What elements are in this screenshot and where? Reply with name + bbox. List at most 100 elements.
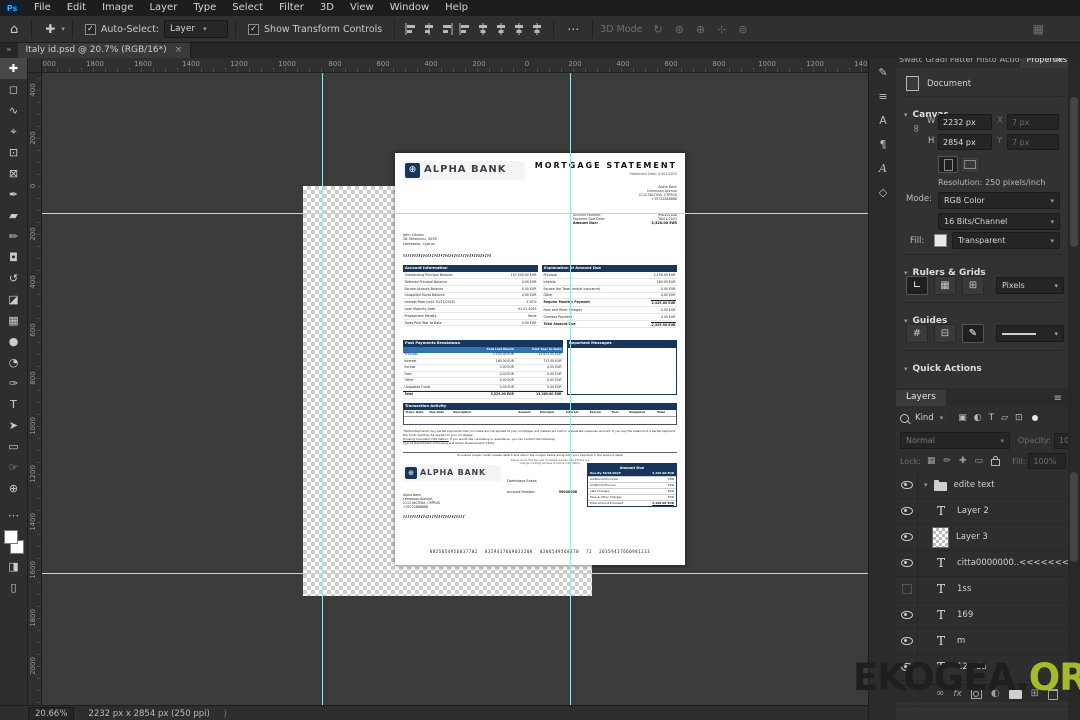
statement-document[interactable]: ⊕ ALPHA BANK MORTGAGE STATEMENT Statemen… bbox=[395, 153, 685, 565]
document-tab[interactable]: Italy id.psd @ 20.7% (RGB/16*) × bbox=[17, 42, 192, 58]
more-options-icon[interactable]: ⋯ bbox=[561, 22, 585, 36]
layer-row[interactable]: T Layer 2 bbox=[896, 498, 1068, 525]
lasso-tool[interactable]: ∿ bbox=[0, 100, 27, 121]
pixel-grid-icon[interactable]: ⊞ bbox=[962, 276, 984, 295]
menu-file[interactable]: File bbox=[26, 0, 59, 16]
object-selection-tool[interactable]: ⌖ bbox=[0, 121, 27, 142]
eye-icon[interactable] bbox=[900, 637, 913, 645]
paragraph-panel-icon[interactable]: ¶ bbox=[869, 132, 897, 156]
distribute-bottom-icon[interactable] bbox=[511, 22, 527, 36]
brush-settings-panel-icon[interactable]: ≡ bbox=[878, 90, 887, 103]
3d-rotate-icon[interactable]: ↻ bbox=[648, 23, 669, 36]
group-layers-icon[interactable] bbox=[1008, 688, 1022, 699]
vertical-guide-1[interactable] bbox=[322, 58, 323, 705]
filter-toggle-pin[interactable] bbox=[1031, 415, 1038, 421]
3d-drag-icon[interactable]: ⊕ bbox=[690, 23, 711, 36]
auto-select-target-dropdown[interactable]: Layer ▾ bbox=[164, 20, 229, 38]
horizontal-guide-2[interactable] bbox=[27, 573, 868, 574]
eye-icon[interactable] bbox=[900, 533, 913, 541]
align-left-icon[interactable] bbox=[403, 22, 419, 36]
filter-adjustment-layers-icon[interactable]: ◐ bbox=[974, 413, 982, 423]
type-tool[interactable]: T bbox=[0, 394, 27, 415]
color-swatches[interactable] bbox=[0, 530, 27, 556]
grid-icon[interactable]: ▦ bbox=[934, 276, 956, 295]
canvas-width-field[interactable]: 2232 px bbox=[938, 114, 992, 130]
new-layer-icon[interactable]: ⊞ bbox=[1031, 688, 1039, 699]
auto-select-checkbox[interactable]: ✓ bbox=[84, 23, 96, 35]
layer-row[interactable]: T 169 bbox=[896, 602, 1068, 629]
toggle-visibility-cell[interactable] bbox=[896, 654, 918, 680]
layer-row[interactable]: T 129 da bbox=[896, 654, 1068, 681]
toggle-visibility-cell[interactable] bbox=[896, 602, 918, 628]
lock-all-icon[interactable] bbox=[991, 456, 1001, 466]
link-layers-icon[interactable]: ∞ bbox=[936, 688, 944, 699]
guide-style-dropdown[interactable]: ▾ bbox=[996, 325, 1064, 342]
menu-filter[interactable]: Filter bbox=[271, 0, 312, 16]
portrait-orientation-button[interactable] bbox=[938, 156, 958, 173]
toggle-visibility-cell[interactable] bbox=[896, 498, 918, 524]
canvas-viewport[interactable]: ⊕ ALPHA BANK MORTGAGE STATEMENT Statemen… bbox=[41, 72, 868, 705]
color-mode-dropdown[interactable]: RGB Color ▾ bbox=[938, 192, 1060, 209]
menu-view[interactable]: View bbox=[342, 0, 382, 16]
crop-tool[interactable]: ⊡ bbox=[0, 142, 27, 163]
menu-3d[interactable]: 3D bbox=[312, 0, 342, 16]
align-right-icon[interactable] bbox=[439, 22, 455, 36]
status-expand-icon[interactable]: ⟩ bbox=[224, 709, 227, 719]
align-center-h-icon[interactable] bbox=[421, 22, 437, 36]
layer-mask-icon[interactable] bbox=[970, 688, 982, 699]
vertical-guide-2[interactable] bbox=[570, 58, 571, 705]
layer-effects-icon[interactable]: fx bbox=[953, 689, 962, 699]
rulers-icon[interactable]: ∟ bbox=[906, 276, 928, 295]
distribute-center-icon[interactable] bbox=[493, 22, 509, 36]
eye-icon[interactable] bbox=[900, 559, 913, 567]
foreground-color-swatch[interactable] bbox=[4, 530, 18, 544]
glyphs-panel-icon[interactable]: A bbox=[869, 156, 897, 180]
delete-layer-icon[interactable] bbox=[1048, 689, 1058, 700]
toggle-visibility-cell[interactable] bbox=[896, 472, 918, 498]
new-guide-icon[interactable]: # bbox=[906, 324, 928, 343]
guide-layout-icon[interactable]: ⊟ bbox=[934, 324, 956, 343]
tool-preset-caret-icon[interactable]: ▾ bbox=[61, 25, 65, 33]
fill-swatch[interactable] bbox=[934, 234, 947, 247]
brush-settings-panel-icon[interactable]: ≡ bbox=[869, 84, 897, 108]
toggle-visibility-cell[interactable] bbox=[896, 628, 918, 654]
menu-type[interactable]: Type bbox=[185, 0, 224, 16]
3d-slide-icon[interactable]: ⊹ bbox=[711, 23, 732, 36]
healing-brush-tool[interactable]: ▰ bbox=[0, 205, 27, 226]
layer-row[interactable]: Tm bbox=[896, 628, 1068, 655]
filter-pixel-layers-icon[interactable]: ▣ bbox=[958, 413, 967, 423]
menu-select[interactable]: Select bbox=[224, 0, 271, 16]
menu-edit[interactable]: Edit bbox=[59, 0, 94, 16]
dodge-tool[interactable]: ◔ bbox=[0, 352, 27, 373]
frame-tool[interactable]: ⊠ bbox=[0, 163, 27, 184]
brushes-panel-icon[interactable]: ✎ bbox=[869, 60, 897, 84]
landscape-orientation-button[interactable] bbox=[960, 156, 980, 173]
filter-kind-dropdown[interactable]: Kind bbox=[915, 413, 934, 423]
menu-help[interactable]: Help bbox=[437, 0, 476, 16]
current-tool-icon[interactable]: ✚ bbox=[39, 22, 61, 36]
show-transform-checkbox[interactable]: ✓ bbox=[248, 23, 260, 35]
vertical-ruler[interactable]: 400 200 0 200 400 600 800 1000 1200 1400 1600 1800 2… bbox=[27, 72, 42, 705]
shape-tool[interactable]: ▭ bbox=[0, 436, 27, 457]
path-selection-tool[interactable]: ➤ bbox=[0, 415, 27, 436]
lock-transparency-icon[interactable]: ▦ bbox=[927, 456, 936, 466]
gradient-tool[interactable]: ▦ bbox=[0, 310, 27, 331]
zoom-level-field[interactable]: 20.66% bbox=[28, 706, 75, 720]
screen-mode-icon[interactable]: ▯ bbox=[0, 577, 27, 598]
workspace-icon[interactable]: ▦ bbox=[1027, 22, 1050, 36]
close-tab-icon[interactable]: × bbox=[175, 45, 183, 55]
scrollbar-thumb-2[interactable] bbox=[1070, 472, 1078, 562]
hidden-eye-icon[interactable] bbox=[901, 584, 912, 594]
3d-panel-icon[interactable]: ◇ bbox=[879, 186, 887, 199]
distribute-right-icon[interactable] bbox=[529, 22, 545, 36]
distribute-left-icon[interactable] bbox=[475, 22, 491, 36]
layer-row[interactable]: ▾ edite text bbox=[896, 472, 1068, 499]
brushes-panel-icon[interactable]: ✎ bbox=[878, 66, 887, 79]
adjustment-layer-icon[interactable]: ◐ bbox=[991, 688, 1000, 699]
glyphs-panel-icon[interactable]: A bbox=[879, 162, 887, 175]
lock-position-icon[interactable]: ✚ bbox=[959, 456, 967, 466]
canvas-fill-dropdown[interactable]: Transparent ▾ bbox=[952, 232, 1060, 249]
ruler-origin-corner[interactable] bbox=[27, 58, 42, 73]
character-panel-icon[interactable]: A bbox=[869, 108, 897, 132]
eye-icon[interactable] bbox=[900, 481, 913, 489]
